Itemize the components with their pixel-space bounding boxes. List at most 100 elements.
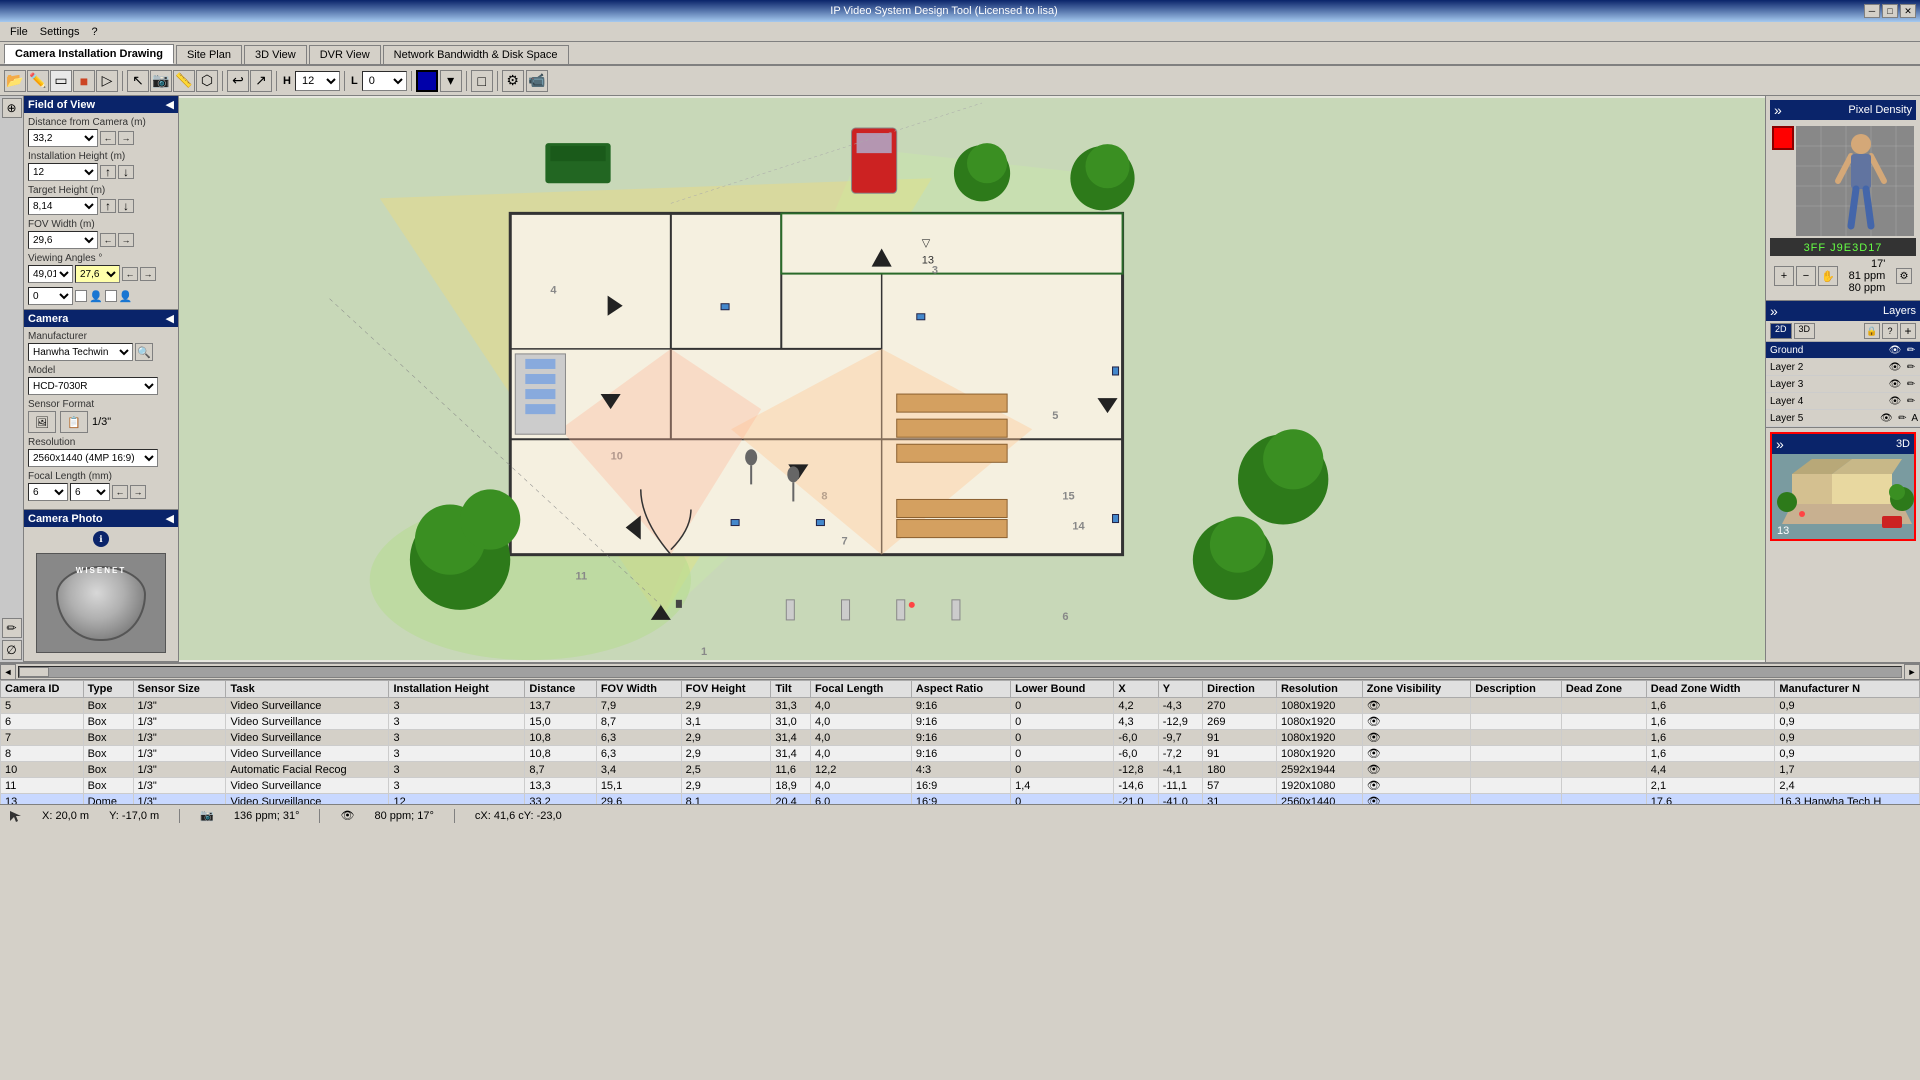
- table-row[interactable]: 7Box1/3"Video Surveillance310,86,32,931,…: [1, 730, 1920, 746]
- btn-2d[interactable]: 2D: [1770, 323, 1792, 339]
- close-button[interactable]: ✕: [1900, 4, 1916, 18]
- target-down-btn[interactable]: ↓: [118, 199, 134, 213]
- scroll-track[interactable]: [18, 666, 1902, 678]
- camera-photo-collapse-icon[interactable]: ◀: [166, 512, 174, 525]
- layer-row-2[interactable]: Layer 2 👁 ✏: [1766, 359, 1920, 376]
- table-row[interactable]: 8Box1/3"Video Surveillance310,86,32,931,…: [1, 746, 1920, 762]
- layers-expand-icon[interactable]: »: [1770, 303, 1778, 319]
- pd-zoom-out-btn[interactable]: −: [1796, 266, 1816, 286]
- col-header-resolution[interactable]: Resolution: [1276, 681, 1362, 698]
- toolbar-open-btn[interactable]: 📂: [4, 70, 26, 92]
- icon-bar-btn-2[interactable]: ✏: [2, 618, 22, 638]
- btn-3d[interactable]: 3D: [1794, 323, 1816, 339]
- layer-row-ground[interactable]: Ground 👁 ✏: [1766, 342, 1920, 359]
- col-header-type[interactable]: Type: [83, 681, 133, 698]
- col-header-sensor[interactable]: Sensor Size: [133, 681, 226, 698]
- icon-bar-btn-3[interactable]: ∅: [2, 640, 22, 660]
- col-header-mfr[interactable]: Manufacturer N: [1775, 681, 1920, 698]
- col-header-dead-zone[interactable]: Dead Zone: [1561, 681, 1646, 698]
- table-row[interactable]: 10Box1/3"Automatic Facial Recog38,73,42,…: [1, 762, 1920, 778]
- layer-add-btn[interactable]: +: [1900, 323, 1916, 339]
- toolbar-fill-btn[interactable]: ■: [73, 70, 95, 92]
- pixel-density-header[interactable]: » Pixel Density: [1770, 100, 1916, 120]
- sensor-alt-btn[interactable]: 📋: [60, 411, 88, 433]
- col-header-fov-h[interactable]: FOV Height: [681, 681, 771, 698]
- fov-collapse-icon[interactable]: ◀: [166, 98, 174, 111]
- col-header-task[interactable]: Task: [226, 681, 389, 698]
- window-controls[interactable]: ─ □ ✕: [1864, 4, 1916, 18]
- layers-header[interactable]: » Layers: [1766, 301, 1920, 321]
- install-up-btn[interactable]: ↑: [100, 165, 116, 179]
- minimize-button[interactable]: ─: [1864, 4, 1880, 18]
- target-height-select[interactable]: 8,14: [28, 197, 98, 215]
- install-down-btn[interactable]: ↓: [118, 165, 134, 179]
- camera-info-btn[interactable]: ℹ: [93, 531, 109, 547]
- person-check-1[interactable]: [75, 290, 87, 302]
- angle-v-select[interactable]: 27,6: [75, 265, 120, 283]
- table-row[interactable]: 11Box1/3"Video Surveillance313,315,12,91…: [1, 778, 1920, 794]
- layer-ground-vis-btn[interactable]: 👁: [1888, 343, 1902, 357]
- menu-help[interactable]: ?: [85, 24, 103, 40]
- fov-w-left-btn[interactable]: ←: [100, 233, 116, 247]
- fov-width-select[interactable]: 29,6: [28, 231, 98, 249]
- menu-file[interactable]: File: [4, 24, 34, 40]
- toolbar-settings-btn[interactable]: ⚙: [502, 70, 524, 92]
- toolbar-shape-btn[interactable]: ▷: [96, 70, 118, 92]
- scroll-thumb[interactable]: [19, 667, 49, 677]
- col-header-dead-zone-w[interactable]: Dead Zone Width: [1646, 681, 1775, 698]
- person-check-2[interactable]: [105, 290, 117, 302]
- install-height-select[interactable]: 12: [28, 163, 98, 181]
- toolbar-dropdown-btn[interactable]: ▾: [440, 70, 462, 92]
- camera-collapse-icon[interactable]: ◀: [166, 312, 174, 325]
- toolbar-draw-btn[interactable]: ✏️: [27, 70, 49, 92]
- col-header-install-h[interactable]: Installation Height: [389, 681, 525, 698]
- toolbar-rect-btn[interactable]: ▭: [50, 70, 72, 92]
- col-header-fov-w[interactable]: FOV Width: [596, 681, 681, 698]
- person-size-select[interactable]: 0: [28, 287, 73, 305]
- col-header-x[interactable]: X: [1114, 681, 1158, 698]
- toolbar-square-btn[interactable]: □: [471, 70, 493, 92]
- tab-site-plan[interactable]: Site Plan: [176, 45, 242, 64]
- 3d-expand-icon[interactable]: »: [1776, 436, 1784, 452]
- color-picker[interactable]: [416, 70, 438, 92]
- table-scroll-container[interactable]: Camera ID Type Sensor Size Task Installa…: [0, 680, 1920, 804]
- col-header-desc[interactable]: Description: [1471, 681, 1562, 698]
- model-select[interactable]: HCD-7030R: [28, 377, 158, 395]
- target-up-btn[interactable]: ↑: [100, 199, 116, 213]
- camera-photo-header[interactable]: Camera Photo ◀: [24, 510, 178, 527]
- col-header-aspect[interactable]: Aspect Ratio: [911, 681, 1010, 698]
- col-header-id[interactable]: Camera ID: [1, 681, 84, 698]
- col-header-tilt[interactable]: Tilt: [771, 681, 811, 698]
- manufacturer-select[interactable]: Hanwha Techwin: [28, 343, 133, 361]
- pd-expand-icon[interactable]: »: [1774, 102, 1782, 118]
- height-select[interactable]: 12: [295, 71, 340, 91]
- tab-dvr-view[interactable]: DVR View: [309, 45, 381, 64]
- toolbar-cam-icon-btn[interactable]: 📹: [526, 70, 548, 92]
- pd-red-btn[interactable]: [1772, 126, 1794, 150]
- table-row[interactable]: 6Box1/3"Video Surveillance315,08,73,131,…: [1, 714, 1920, 730]
- layer-row-3[interactable]: Layer 3 👁 ✏: [1766, 376, 1920, 393]
- layer-2-edit-btn[interactable]: ✏: [1904, 360, 1918, 374]
- scroll-left-btn[interactable]: ◄: [0, 664, 16, 680]
- layer-lock-btn[interactable]: 🔒: [1864, 323, 1880, 339]
- angle-h-select[interactable]: 49,01: [28, 265, 73, 283]
- angles-left-btn[interactable]: ←: [122, 267, 138, 281]
- distance-right-btn[interactable]: →: [118, 131, 134, 145]
- tab-network-bandwidth[interactable]: Network Bandwidth & Disk Space: [383, 45, 569, 64]
- center-canvas[interactable]: 4 3 5 10 8 7 14 15 11 1 6: [179, 96, 1765, 662]
- layer-3-vis-btn[interactable]: 👁: [1888, 377, 1902, 391]
- focal-left-btn[interactable]: ←: [112, 485, 128, 499]
- 3d-section-header[interactable]: » 3D: [1772, 434, 1914, 454]
- thumbnail-3d-container[interactable]: » 3D: [1770, 432, 1916, 541]
- pd-zoom-in-btn[interactable]: +: [1774, 266, 1794, 286]
- toolbar-cursor-btn[interactable]: ↗: [250, 70, 272, 92]
- layer-help-btn[interactable]: ?: [1882, 323, 1898, 339]
- col-header-lower[interactable]: Lower Bound: [1011, 681, 1114, 698]
- pd-pan-btn[interactable]: ✋: [1818, 266, 1838, 286]
- fov-w-right-btn[interactable]: →: [118, 233, 134, 247]
- floor-plan-svg[interactable]: 4 3 5 10 8 7 14 15 11 1 6: [179, 96, 1765, 662]
- tab-3d-view[interactable]: 3D View: [244, 45, 307, 64]
- camera-header[interactable]: Camera ◀: [24, 310, 178, 327]
- tab-camera-installation[interactable]: Camera Installation Drawing: [4, 44, 174, 64]
- layer-4-vis-btn[interactable]: 👁: [1888, 394, 1902, 408]
